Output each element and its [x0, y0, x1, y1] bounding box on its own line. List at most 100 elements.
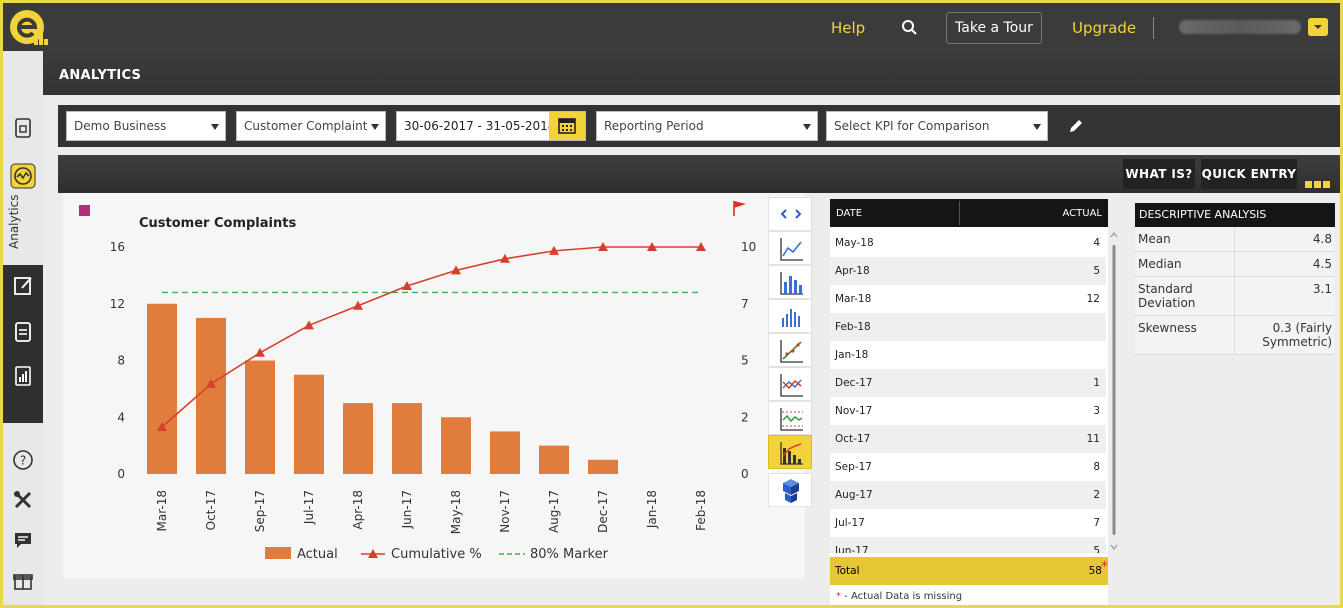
- reporting-period-select[interactable]: Reporting Period: [596, 111, 818, 141]
- bar-chart-report-icon[interactable]: [12, 365, 34, 387]
- chart-type-3d[interactable]: [768, 473, 812, 507]
- chart-type-trend[interactable]: [768, 333, 812, 367]
- column-header-actual[interactable]: ACTUAL: [1063, 208, 1103, 219]
- chart-type-bar[interactable]: [768, 265, 812, 299]
- row-date: Apr-18: [835, 265, 870, 277]
- help-link[interactable]: Help: [831, 19, 865, 37]
- table-row[interactable]: Mar-18 12: [830, 285, 1106, 313]
- analytics-icon: [10, 163, 36, 189]
- x-tick-label: Oct-17: [204, 490, 218, 530]
- x-tick-label: Apr-18: [351, 490, 365, 530]
- row-value: 5: [1093, 265, 1100, 277]
- pencil-icon[interactable]: [1068, 118, 1084, 134]
- table-row[interactable]: Nov-17 3: [830, 397, 1106, 425]
- pareto-chart-icon: [780, 442, 803, 465]
- document-icon[interactable]: [12, 117, 34, 139]
- bar-actual: [147, 303, 177, 474]
- total-label: Total: [835, 565, 860, 577]
- row-value: 7: [1093, 517, 1100, 529]
- calendar-icon[interactable]: [549, 112, 585, 140]
- table-row[interactable]: May-18 4: [830, 229, 1106, 257]
- chart-type-line[interactable]: [768, 231, 812, 265]
- legend-actual-swatch: [265, 547, 291, 559]
- multi-line-chart-icon: [780, 374, 803, 397]
- y-tick-label: 12: [110, 297, 125, 311]
- table-header: DATE ACTUAL: [830, 199, 1108, 227]
- row-date: Sep-17: [835, 461, 872, 473]
- upgrade-link[interactable]: Upgrade: [1072, 19, 1136, 37]
- y-tick-label: 0: [117, 467, 125, 481]
- total-value: 58: [1088, 565, 1102, 577]
- gift-icon[interactable]: [12, 569, 34, 591]
- descriptive-rows: Mean 4.8 Median 4.5 Standard Deviation 3.1 Ske…: [1135, 227, 1335, 355]
- quick-entry-button[interactable]: QUICK ENTRY: [1201, 159, 1297, 189]
- stat-label: Mean: [1135, 227, 1235, 251]
- chart-type-multi-line[interactable]: [768, 367, 812, 401]
- legend-marker-label: 80% Marker: [530, 547, 609, 562]
- more-options-icon[interactable]: [1305, 173, 1332, 192]
- user-menu-chevron-down-icon[interactable]: [1308, 18, 1328, 36]
- user-name-blurred[interactable]: [1179, 20, 1301, 34]
- descriptive-row: Median 4.5: [1135, 252, 1335, 277]
- chevron-down-icon: [211, 124, 219, 130]
- trend-chart-icon: [780, 340, 803, 363]
- search-icon[interactable]: [899, 17, 921, 39]
- table-row[interactable]: Jun-17 5: [830, 537, 1106, 553]
- what-is-button[interactable]: WHAT IS?: [1123, 159, 1195, 189]
- help-circle-icon[interactable]: ?: [12, 449, 34, 471]
- line-chart-icon: [780, 238, 803, 261]
- descriptive-row: Skewness 0.3 (Fairly Symmetric): [1135, 316, 1335, 355]
- table-scrollbar[interactable]: [1109, 231, 1119, 553]
- table-row[interactable]: Feb-18: [830, 313, 1106, 341]
- collapse-toggle-button[interactable]: [768, 197, 812, 231]
- kpi-select[interactable]: Customer Complaint: [236, 111, 386, 141]
- bar-actual: [490, 431, 520, 474]
- cumulative-point: [255, 347, 265, 357]
- row-date: Nov-17: [835, 405, 873, 417]
- pareto-chart: 0 4 8 12 16 0 2 5 7 10 Mar-18 Oct-17 Sep-17 Jul-17 Apr…: [110, 240, 757, 562]
- date-range-field[interactable]: 30-06-2017 - 31-05-2018: [396, 111, 586, 141]
- business-select[interactable]: Demo Business: [66, 111, 226, 141]
- chart-card: Customer Complaints 0 4 8 12 16 0 2 5 7 10 Mar-18 O…: [63, 193, 812, 579]
- y-tick-label: 16: [110, 240, 125, 254]
- report-icon[interactable]: [12, 321, 34, 343]
- bar-actual: [343, 403, 373, 474]
- edit-document-icon[interactable]: [12, 275, 34, 297]
- topbar-divider: [1153, 17, 1154, 39]
- filter-bar: Demo Business Customer Complaint 30-06-2…: [58, 105, 1340, 147]
- date-range-value: 30-06-2017 - 31-05-2018: [404, 119, 556, 133]
- table-row[interactable]: Dec-17 1: [830, 369, 1106, 397]
- chart-type-pareto[interactable]: [768, 435, 812, 469]
- descriptive-analysis-title: DESCRIPTIVE ANALYSIS: [1135, 203, 1335, 227]
- y-tick-label: 8: [117, 354, 125, 368]
- cumulative-line: [161, 246, 701, 428]
- stat-value: 3.1: [1312, 282, 1332, 296]
- x-tick-label: Jan-18: [645, 490, 659, 529]
- chart-type-column[interactable]: [768, 299, 812, 333]
- column-header-date[interactable]: DATE: [836, 208, 862, 219]
- chart-type-control[interactable]: [768, 401, 812, 435]
- cumulative-point: [353, 300, 363, 310]
- row-value: 2: [1093, 489, 1100, 501]
- left-sidebar: Analytics ?: [3, 51, 43, 605]
- column-chart-icon: [782, 309, 800, 327]
- y2-tick-label: 5: [741, 354, 749, 368]
- stat-label: Median: [1135, 252, 1235, 276]
- table-row[interactable]: Sep-17 8: [830, 453, 1106, 481]
- descriptive-row: Standard Deviation 3.1: [1135, 277, 1335, 316]
- kpi-select-value: Customer Complaint: [244, 119, 368, 133]
- chat-icon[interactable]: [12, 529, 34, 551]
- app-logo-icon[interactable]: [7, 7, 51, 51]
- tools-icon[interactable]: [12, 489, 34, 511]
- comparison-kpi-select[interactable]: Select KPI for Comparison: [826, 111, 1048, 141]
- action-bar: WHAT IS? QUICK ENTRY: [58, 155, 1340, 193]
- table-row[interactable]: Jul-17 7: [830, 509, 1106, 537]
- missing-data-asterisk: *: [1101, 559, 1108, 575]
- table-row[interactable]: Aug-17 2: [830, 481, 1106, 509]
- table-row[interactable]: Jan-18: [830, 341, 1106, 369]
- row-value: 5: [1093, 545, 1100, 553]
- take-tour-button[interactable]: Take a Tour: [946, 12, 1042, 44]
- table-row[interactable]: Oct-17 11: [830, 425, 1106, 453]
- table-row[interactable]: Apr-18 5: [830, 257, 1106, 285]
- chevron-down-icon: [371, 124, 379, 130]
